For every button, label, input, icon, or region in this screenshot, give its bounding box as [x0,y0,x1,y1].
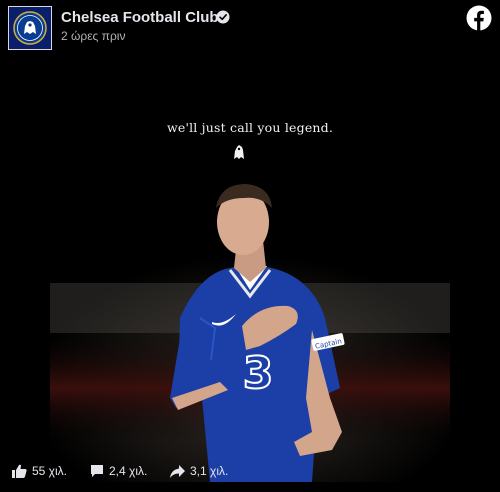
share-count: 3,1 χιλ. [190,464,229,478]
page-avatar[interactable] [8,6,52,50]
like-icon [12,464,27,478]
post-image-caption: we'll just call you legend. [166,120,334,135]
post-actions: 55 χιλ. 2,4 χιλ. 3,1 χιλ. [0,452,500,492]
share-button[interactable]: 3,1 χιλ. [170,464,228,478]
post-timestamp[interactable]: 2 ώρες πριν [61,29,125,43]
comment-icon [91,465,103,477]
page-name[interactable]: Chelsea Football Club [61,9,219,26]
like-count: 55 χιλ. [32,464,67,478]
comment-button[interactable]: 2,4 χιλ. [90,464,147,478]
verified-badge-icon [216,10,230,24]
chelsea-lion-icon [234,145,244,159]
facebook-logo-icon[interactable] [466,5,492,31]
like-button[interactable]: 55 χιλ. [12,464,67,478]
share-icon [170,464,185,478]
post-header: Chelsea Football Club 2 ώρες πριν [0,0,500,58]
shirt-sponsor-logo: 3 [243,348,274,399]
comment-count: 2,4 χιλ. [109,464,148,478]
chelsea-crest-icon [13,11,47,45]
post-image[interactable]: 3 Captain we'll just call you legend. [50,68,450,482]
